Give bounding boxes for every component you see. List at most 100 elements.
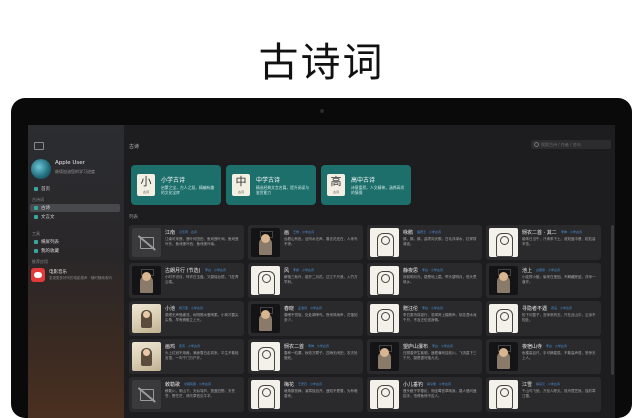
poem-card[interactable]: 画鸡 唐寅 · 小学古诗头上红冠不用裁，满身雪白走将来。平生不敢轻言语，一叫千门万… <box>129 339 244 374</box>
poem-card[interactable]: 敕勒歌 北朝民歌 · 小学古诗 敕勒川，阴山下。天似穹庐，笼盖四野。天苍苍，野茫茫，… <box>129 377 244 412</box>
home-icon <box>34 187 38 191</box>
category-desc: 精选经典文言名篇，提升阅读与鉴赏能力 <box>256 185 310 195</box>
poem-card[interactable]: 江雪 柳宗元 · 小学古诗千山鸟飞绝，万径人踪灭。孤舟蓑笠翁，独钓寒江雪。 <box>486 377 601 412</box>
poem-excerpt: 小娃撑小艇，偷采白莲回。不解藏踪迹，浮萍一道开。 <box>522 275 596 284</box>
poem-tag: 李白 · 小学古诗 <box>432 344 453 348</box>
poet-portrait <box>251 266 280 295</box>
cover-char: 小 <box>140 175 152 188</box>
poet-portrait <box>132 304 161 333</box>
sidebar-item-poems[interactable]: 古诗 <box>30 204 120 212</box>
poet-portrait <box>251 380 280 409</box>
poem-excerpt: 墙角数枝梅，凌寒独自开。遥知不是雪，为有暗香来。 <box>284 389 358 398</box>
poem-card[interactable]: 春晓 孟浩然 · 小学古诗 春眠不觉晓，处处闻啼鸟。夜来风雨声，花落知多少。 <box>248 301 363 336</box>
sidebar-item-home[interactable]: 首页 <box>30 185 120 193</box>
poem-title: 梅花 <box>284 382 295 388</box>
sidebar-item-label: 文言文 <box>41 215 55 220</box>
sidebar-item-favorites[interactable]: 我的收藏 <box>30 247 120 255</box>
search-input[interactable]: 搜索古诗 / 作者 / 名句 <box>531 140 611 149</box>
poem-card[interactable]: 悯农二首 李绅 · 小学古诗 春种一粒粟，秋收万颗子。四海无闲田，农夫犹饿死。 <box>248 339 363 374</box>
poem-title: 小池 <box>165 306 176 312</box>
cover-sub: 古诗 <box>237 190 244 194</box>
poem-excerpt: 李白乘舟将欲行，忽闻岸上踏歌声。桃花潭水深千尺，不及汪伦送我情。 <box>403 313 477 322</box>
scrollbar[interactable] <box>611 225 614 375</box>
recommended-app[interactable]: 电影音乐 发现更多好听的电影原声 · 随时随地收听 <box>31 268 121 288</box>
user-profile[interactable]: Apple User 继续加油您的学习进度 <box>31 159 121 179</box>
page-headline: 古诗词 <box>258 40 385 86</box>
poet-portrait <box>489 228 518 257</box>
category-title: 中学古诗 <box>256 177 281 184</box>
search-icon <box>534 142 539 147</box>
poet-portrait <box>370 380 399 409</box>
book-cover-icon: 高 古诗 <box>327 174 345 196</box>
list-icon <box>34 240 38 244</box>
poem-excerpt: 江南可采莲，莲叶何田田，鱼戏莲叶间。鱼戏莲叶东，鱼戏莲叶西，鱼戏莲叶南。 <box>165 237 239 246</box>
poem-card[interactable]: 寻隐者不遇 贾岛 · 小学古诗 松下问童子，言师采药去。只在此山中，云深不知处。 <box>486 301 601 336</box>
laptop-frame: Apple User 继续加油您的学习进度 首页 古诗词 古诗 文言文 工具 横… <box>11 98 632 418</box>
poem-card[interactable]: 小儿垂钓 胡令能 · 小学古诗 蓬头稚子学垂纶，侧坐莓苔草映身。路人借问遥招手，怕得… <box>367 377 482 412</box>
poet-portrait <box>251 228 280 257</box>
sidebar-item-label: 横屏列表 <box>41 240 59 245</box>
poem-tag: 王维 · 小学古诗 <box>293 230 314 234</box>
poem-card[interactable]: 古朗月行 (节选) 李白 · 小学古诗 小时不识月，呼作白玉盘。又疑瑶台镜，飞在青云… <box>129 263 244 298</box>
recommended-app-subtitle: 发现更多好听的电影原声 · 随时随地收听 <box>49 276 112 280</box>
poem-excerpt: 头上红冠不用裁，满身雪白走将来。平生不敢轻言语，一叫千门万户开。 <box>165 351 239 360</box>
poem-card[interactable]: 江南 汉乐府 · 古诗 江南可采莲，莲叶何田田，鱼戏莲叶间。鱼戏莲叶东，鱼戏莲叶西，… <box>129 225 244 260</box>
poet-portrait <box>370 228 399 257</box>
poem-title: 悯农二首 · 其二 <box>522 230 557 236</box>
poem-excerpt: 日照香炉生紫烟，遥看瀑布挂前川。飞流直下三千尺，疑是银河落九天。 <box>403 351 477 360</box>
poem-card[interactable]: 夜宿山寺 李白 · 小学古诗 危楼高百尺，手可摘星辰。不敢高声语，恐惊天上人。 <box>486 339 601 374</box>
poet-portrait <box>489 342 518 371</box>
cover-char: 高 <box>330 175 342 188</box>
poem-excerpt: 小时不识月，呼作白玉盘。又疑瑶台镜，飞在青云端。 <box>165 275 239 284</box>
poem-tag: 胡令能 · 小学古诗 <box>427 382 451 386</box>
poem-tag: 唐寅 · 小学古诗 <box>179 344 200 348</box>
poem-card[interactable]: 梅花 王安石 · 小学古诗 墙角数枝梅，凌寒独自开。遥知不是雪，为有暗香来。 <box>248 377 363 412</box>
poem-excerpt: 床前明月光，疑是地上霜。举头望明月，低头思故乡。 <box>403 275 477 284</box>
poem-tag: 李白 · 小学古诗 <box>546 344 567 348</box>
sidebar-section-label: 推荐应用 <box>32 259 48 264</box>
category-card-high[interactable]: 高 古诗 高中古诗 诗意盎然，人文精神，涵养高尚的情操 <box>321 165 411 205</box>
poet-portrait <box>132 342 161 371</box>
poem-card[interactable]: 静夜思 李白 · 小学古诗 床前明月光，疑是地上霜。举头望明月，低头思故乡。 <box>367 263 482 298</box>
poem-excerpt: 松下问童子，言师采药去。只在此山中，云深不知处。 <box>522 313 596 322</box>
category-desc: 启蒙之宝，古人之慧，精编有趣的文化宝库 <box>161 185 215 195</box>
poem-excerpt: 春种一粒粟，秋收万颗子。四海无闲田，农夫犹饿死。 <box>284 351 358 360</box>
poem-tag: 孟浩然 · 小学古诗 <box>298 306 322 310</box>
category-desc: 诗意盎然，人文精神，涵养高尚的情操 <box>351 185 405 195</box>
poem-card[interactable]: 画王维 · 小学古诗 远看山有色，近听水无声。春去花还在，人来鸟不惊。 <box>248 225 363 260</box>
category-card-middle[interactable]: 中 古诗 中学古诗 精选经典文言名篇，提升阅读与鉴赏能力 <box>226 165 316 205</box>
poem-title: 池上 <box>522 268 533 274</box>
poem-title: 江雪 <box>522 382 533 388</box>
poem-excerpt: 春眠不觉晓，处处闻啼鸟。夜来风雨声，花落知多少。 <box>284 313 358 322</box>
poem-card[interactable]: 赠汪伦 李白 · 小学古诗 李白乘舟将欲行，忽闻岸上踏歌声。桃花潭水深千尺，不及汪伦… <box>367 301 482 336</box>
sidebar-toggle-icon[interactable] <box>34 142 44 150</box>
poem-card[interactable]: 悯农二首 · 其二 李绅 · 小学古诗 锄禾日当午，汗滴禾下土。谁知盘中餐，粒粒皆辛… <box>486 225 601 260</box>
poem-title: 静夜思 <box>403 268 419 274</box>
poem-excerpt: 危楼高百尺，手可摘星辰。不敢高声语，恐惊天上人。 <box>522 351 596 360</box>
poem-tag: 柳宗元 · 小学古诗 <box>536 382 560 386</box>
poet-portrait <box>370 342 399 371</box>
sidebar-section-label: 工具 <box>32 231 40 236</box>
sidebar: Apple User 继续加油您的学习进度 首页 古诗词 古诗 文言文 工具 横… <box>28 125 124 418</box>
poem-title: 画鸡 <box>165 344 176 350</box>
poem-tag: 北朝民歌 · 小学古诗 <box>184 382 211 386</box>
poem-excerpt: 千山鸟飞绝，万径人踪灭。孤舟蓑笠翁，独钓寒江雪。 <box>522 389 596 398</box>
poem-card[interactable]: 小池 杨万里 · 小学古诗 泉眼无声惜细流，树阴照水爱晴柔。小荷才露尖尖角，早有蜻蜓… <box>129 301 244 336</box>
search-placeholder: 搜索古诗 / 作者 / 名句 <box>541 142 581 147</box>
category-card-primary[interactable]: 小 古诗 小学古诗 启蒙之宝，古人之慧，精编有趣的文化宝库 <box>131 165 221 205</box>
poet-portrait <box>251 304 280 333</box>
poem-title: 风 <box>284 268 290 274</box>
user-name: Apple User <box>55 160 85 166</box>
poem-card[interactable]: 池上 白居易 · 小学古诗 小娃撑小艇，偷采白莲回。不解藏踪迹，浮萍一道开。 <box>486 263 601 298</box>
list-section-title: 列表 <box>129 215 138 220</box>
sidebar-item-classical[interactable]: 文言文 <box>30 213 120 221</box>
poem-title: 寻隐者不遇 <box>522 306 548 312</box>
poem-title: 悯农二首 <box>284 344 305 350</box>
poet-portrait <box>370 266 399 295</box>
poem-excerpt: 解落三秋叶，能开二月花。过江千尺浪，入竹万竿斜。 <box>284 275 358 284</box>
poem-card[interactable]: 咏鹅 骆宾王 · 小学古诗 鹅，鹅，鹅，曲项向天歌。白毛浮绿水，红掌拨清波。 <box>367 225 482 260</box>
poem-card[interactable]: 风李峤 · 小学古诗 解落三秋叶，能开二月花。过江千尺浪，入竹万竿斜。 <box>248 263 363 298</box>
recommended-app-title: 电影音乐 <box>49 270 67 275</box>
poem-card[interactable]: 望庐山瀑布 李白 · 小学古诗 日照香炉生紫烟，遥看瀑布挂前川。飞流直下三千尺，疑是… <box>367 339 482 374</box>
sidebar-item-landscape-list[interactable]: 横屏列表 <box>30 238 120 246</box>
